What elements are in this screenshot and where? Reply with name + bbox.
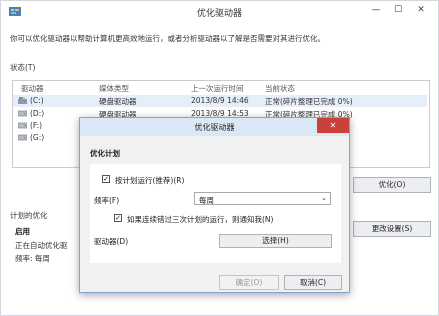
maximize-button[interactable]: ☐ <box>387 2 409 18</box>
run-on-schedule-checkbox[interactable]: ✓ <box>102 175 110 183</box>
drives-label: 驱动器(D) <box>94 237 129 246</box>
column-header-last-run[interactable]: 上一次运行时间 <box>191 83 244 94</box>
chevron-down-icon: ⌄ <box>321 194 327 202</box>
drive-name: (C:) <box>30 96 44 105</box>
dialog-close-button[interactable]: ✕ <box>317 118 349 133</box>
drive-media-type: 硬盘驱动器 <box>99 97 137 106</box>
drive-name: (G:) <box>30 133 45 142</box>
notify-missed-runs-label[interactable]: 如果连续错过三次计划的运行，则通知我(N) <box>127 214 273 225</box>
dialog-titlebar[interactable]: 优化驱动器 ✕ <box>80 118 349 136</box>
frequency-select[interactable]: 每周 ⌄ <box>194 192 331 205</box>
hard-drive-icon <box>18 134 27 141</box>
notify-missed-runs-checkbox[interactable]: ✓ <box>114 214 122 222</box>
cancel-button[interactable]: 取消(C) <box>284 275 342 290</box>
run-on-schedule-label[interactable]: 按计划运行(推荐)(R) <box>115 175 184 186</box>
schedule-description: 正在自动优化驱 <box>15 241 68 250</box>
scheduled-optimization-title: 计划的优化 <box>10 211 48 220</box>
hard-drive-icon <box>18 110 27 117</box>
column-header-media-type[interactable]: 媒体类型 <box>99 83 129 94</box>
choose-drives-button[interactable]: 选择(H) <box>219 234 332 248</box>
frequency-value: 每周 <box>199 196 214 205</box>
drive-last-run: 2013/8/9 14:46 <box>191 96 249 105</box>
drive-name: (D:) <box>30 109 45 118</box>
change-settings-button[interactable]: 更改设置(S) <box>353 221 431 237</box>
ok-button[interactable]: 确定(O) <box>219 275 279 290</box>
frequency-label: 频率(F) <box>94 196 120 205</box>
dialog-heading: 优化计划 <box>90 149 120 158</box>
intro-text: 你可以优化驱动器以帮助计算机更高效地运行，或者分析驱动器以了解是否需要对其进行优… <box>10 34 325 43</box>
optimization-schedule-dialog: 优化驱动器 ✕ 优化计划 ✓ 按计划运行(推荐)(R) 频率(F) 每周 ⌄ ✓… <box>79 117 350 293</box>
dialog-title: 优化驱动器 <box>194 123 235 132</box>
optimize-button[interactable]: 优化(O) <box>353 177 431 193</box>
drive-name: (F:) <box>30 121 43 130</box>
system-drive-icon <box>18 97 27 104</box>
column-header-drive[interactable]: 驱动器 <box>21 83 44 94</box>
minimize-button[interactable]: — <box>365 2 387 18</box>
close-button[interactable]: ✕ <box>407 2 435 18</box>
column-header-status[interactable]: 当前状态 <box>265 83 295 94</box>
schedule-state: 启用 <box>15 227 30 236</box>
status-label: 状态(T) <box>10 63 36 72</box>
drive-status: 正常(碎片整理已完成 0%) <box>265 97 353 106</box>
schedule-frequency: 频率: 每周 <box>15 254 50 263</box>
drive-row-c[interactable]: (C:) 硬盘驱动器 2013/8/9 14:46 正常(碎片整理已完成 0%) <box>13 95 427 107</box>
hard-drive-icon <box>18 122 27 129</box>
window-titlebar: 优化驱动器 — ☐ ✕ <box>1 1 438 23</box>
